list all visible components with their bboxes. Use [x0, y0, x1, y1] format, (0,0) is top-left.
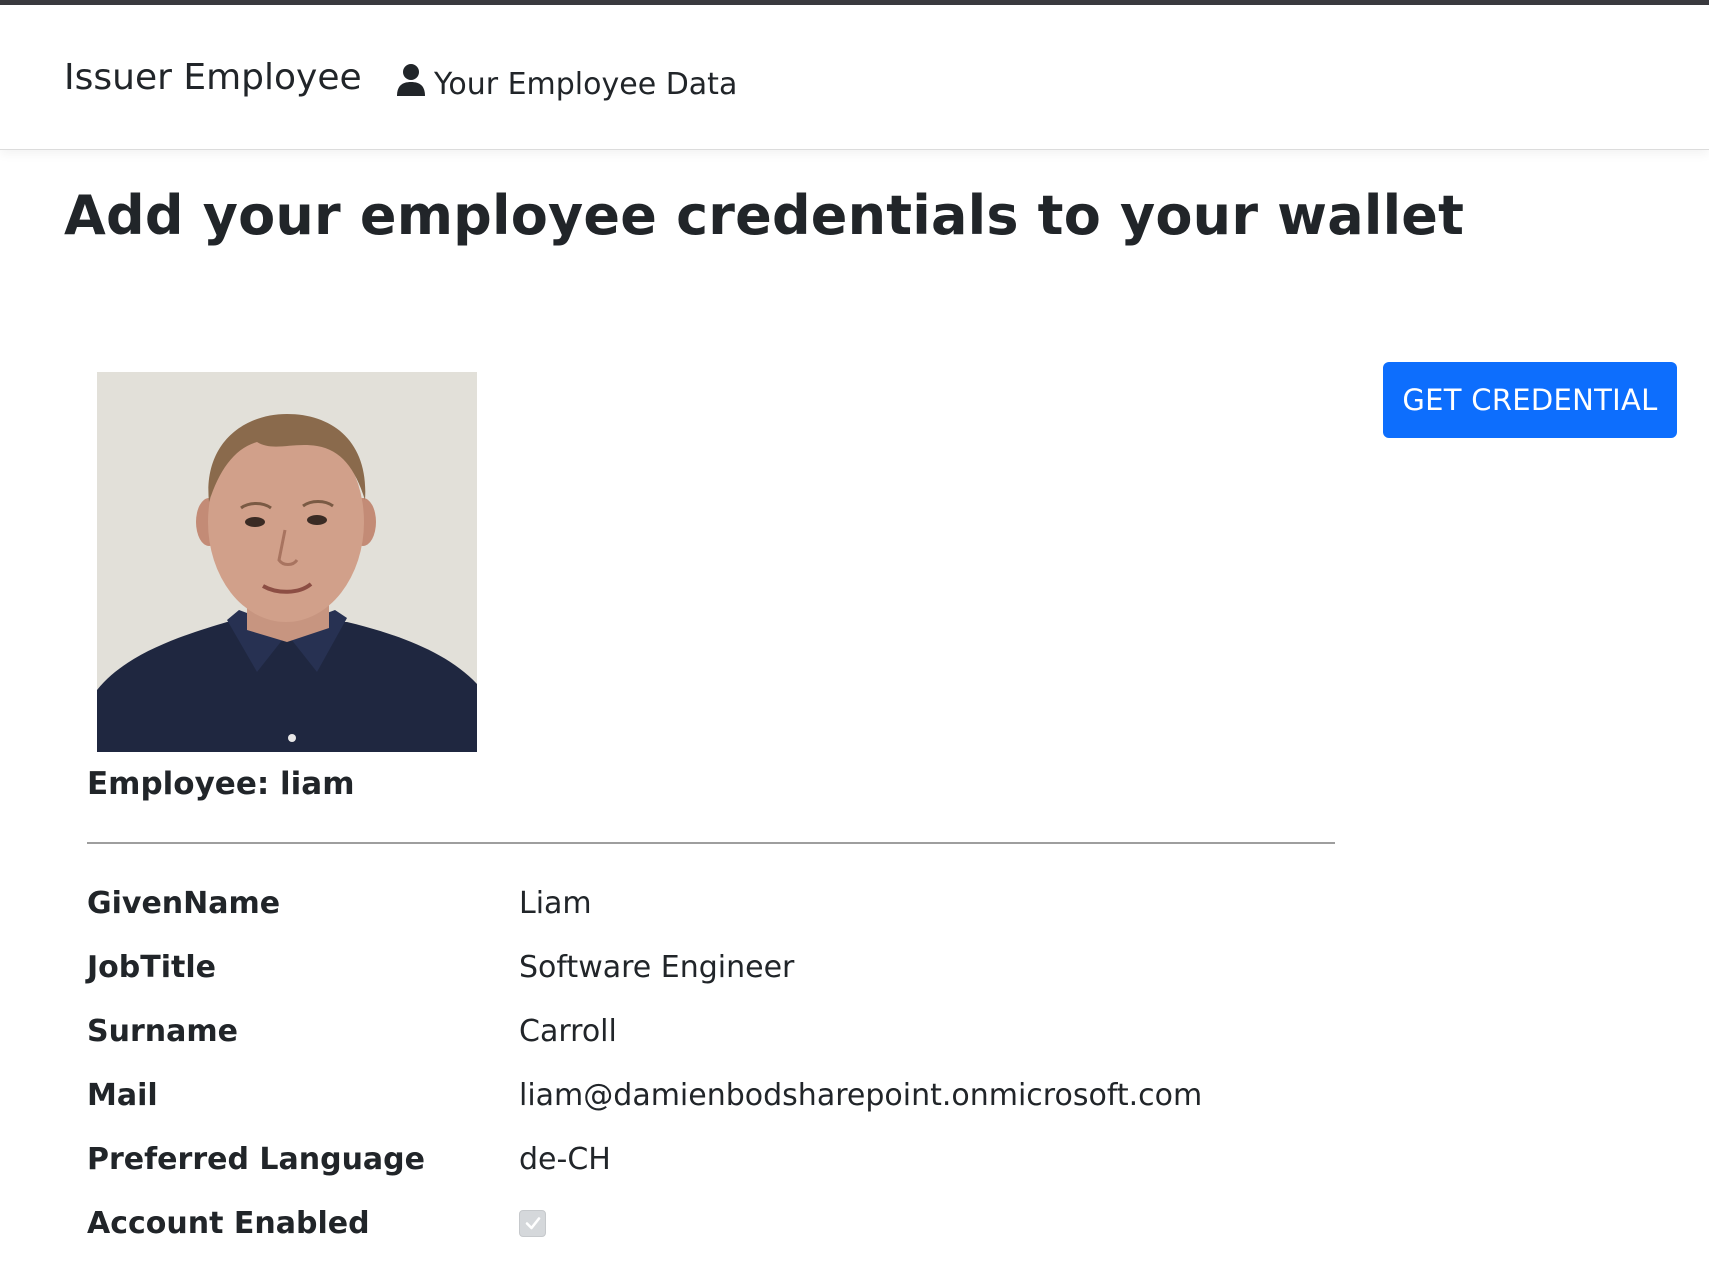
- detail-value: de-CH: [519, 1141, 611, 1177]
- page-title: Add your employee credentials to your wa…: [64, 184, 1465, 247]
- person-icon: [396, 63, 426, 105]
- detail-row-mail: Mail liam@damienbodsharepoint.onmicrosof…: [87, 1070, 1287, 1120]
- detail-row-preferred-language: Preferred Language de-CH: [87, 1134, 1287, 1184]
- get-credential-button[interactable]: GET CREDENTIAL: [1383, 362, 1677, 438]
- detail-row-account-enabled: Account Enabled: [87, 1198, 1287, 1248]
- detail-label: JobTitle: [87, 949, 216, 985]
- detail-row-surname: Surname Carroll: [87, 1006, 1287, 1056]
- employee-heading: Employee: liam: [87, 766, 355, 802]
- detail-value: liam@damienbodsharepoint.onmicrosoft.com: [519, 1077, 1203, 1113]
- detail-label: Mail: [87, 1077, 158, 1113]
- navbar: Issuer Employee Your Employee Data: [0, 5, 1709, 150]
- detail-label: Preferred Language: [87, 1141, 425, 1177]
- nav-link-label: Your Employee Data: [434, 66, 738, 102]
- checkmark-icon: [525, 1217, 540, 1230]
- detail-value: Liam: [519, 885, 592, 921]
- employee-photo: [97, 372, 477, 752]
- detail-value: Carroll: [519, 1013, 617, 1049]
- account-enabled-checkbox: [519, 1209, 546, 1237]
- detail-label: Surname: [87, 1013, 238, 1049]
- detail-label: Account Enabled: [87, 1205, 370, 1241]
- nav-link-employee-data[interactable]: Your Employee Data: [396, 63, 737, 105]
- detail-label: GivenName: [87, 885, 281, 921]
- detail-row-given-name: GivenName Liam: [87, 878, 1287, 928]
- detail-value: Software Engineer: [519, 949, 795, 985]
- divider: [87, 842, 1335, 844]
- detail-row-job-title: JobTitle Software Engineer: [87, 942, 1287, 992]
- navbar-brand[interactable]: Issuer Employee: [64, 57, 362, 98]
